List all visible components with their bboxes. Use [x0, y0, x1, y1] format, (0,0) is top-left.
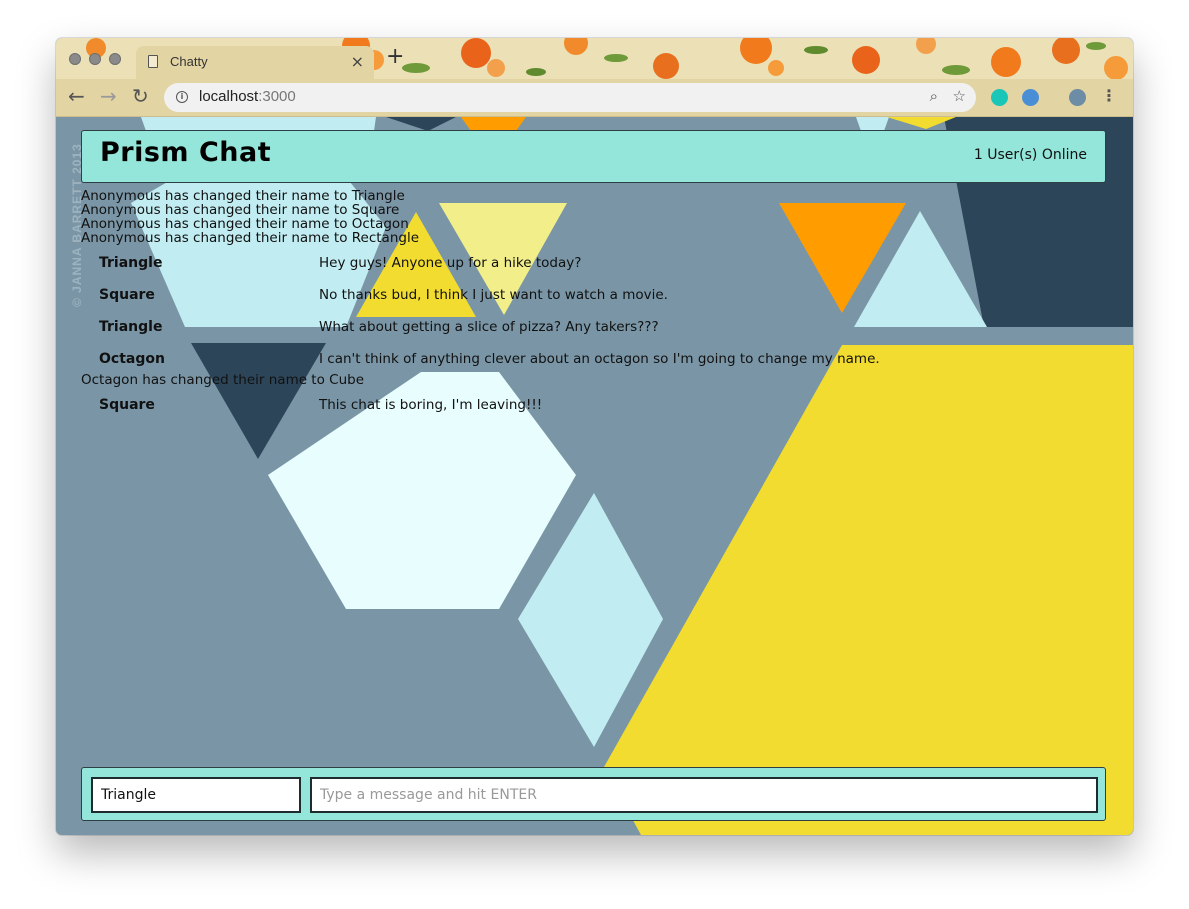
- chat-composer-bar: [81, 767, 1106, 821]
- browser-window: Chatty × + ← → ↻ i localhost:3000 ⌕ ☆ ⋮: [56, 38, 1133, 835]
- chat-message: Square This chat is boring, I'm leaving!…: [81, 394, 1106, 426]
- document-icon: [148, 55, 158, 68]
- extension-globe-icon[interactable]: [1022, 89, 1039, 106]
- message-content: This chat is boring, I'm leaving!!!: [319, 397, 543, 413]
- message-username: Triangle: [99, 255, 163, 271]
- new-tab-button[interactable]: +: [386, 46, 404, 68]
- extension-m-icon[interactable]: [991, 89, 1008, 106]
- bookmark-star-icon[interactable]: ☆: [953, 87, 966, 105]
- close-tab-icon[interactable]: ×: [351, 52, 364, 71]
- message-content: I can't think of anything clever about a…: [319, 351, 880, 367]
- tab-title: Chatty: [170, 54, 208, 69]
- system-notification: Anonymous has changed their name to Rect…: [81, 230, 420, 246]
- system-notification: Anonymous has changed their name to Tria…: [81, 188, 405, 204]
- chat-page: © JANNA BARRETT 2013 Prism Chat 1 User(s…: [56, 117, 1133, 835]
- message-list: Anonymous has changed their name to Tria…: [81, 189, 1106, 426]
- browser-menu-icon[interactable]: ⋮: [1101, 86, 1117, 105]
- zoom-icon[interactable]: ⌕: [930, 87, 938, 105]
- info-icon[interactable]: i: [176, 91, 188, 103]
- chat-message: Octagon I can't think of anything clever…: [81, 348, 1106, 373]
- chat-message: Square No thanks bud, I think I just wan…: [81, 284, 1106, 316]
- browser-titlebar: Chatty × +: [56, 38, 1133, 79]
- forward-arrow-icon[interactable]: →: [100, 85, 117, 107]
- message-content: Hey guys! Anyone up for a hike today?: [319, 255, 582, 271]
- browser-tab[interactable]: Chatty ×: [136, 46, 374, 79]
- maximize-window-button[interactable]: [109, 53, 121, 65]
- browser-toolbar: ← → ↻ i localhost:3000 ⌕ ☆ ⋮: [56, 79, 1133, 117]
- system-notification: Anonymous has changed their name to Squa…: [81, 202, 400, 218]
- chat-message: Triangle Hey guys! Anyone up for a hike …: [81, 252, 1106, 284]
- app-brand: Prism Chat: [100, 137, 272, 168]
- reload-icon[interactable]: ↻: [132, 85, 149, 107]
- message-input[interactable]: [310, 777, 1098, 813]
- url-text[interactable]: localhost:3000: [199, 88, 296, 105]
- minimize-window-button[interactable]: [89, 53, 101, 65]
- message-username: Octagon: [99, 351, 165, 367]
- username-input[interactable]: [91, 777, 301, 813]
- message-content: No thanks bud, I think I just want to wa…: [319, 287, 668, 303]
- profile-avatar-icon[interactable]: [1069, 89, 1086, 106]
- message-username: Square: [99, 397, 155, 413]
- message-content: What about getting a slice of pizza? Any…: [319, 319, 659, 335]
- app-navbar: Prism Chat 1 User(s) Online: [81, 130, 1106, 183]
- chat-message: Triangle What about getting a slice of p…: [81, 316, 1106, 348]
- system-notification: Octagon has changed their name to Cube: [81, 372, 365, 388]
- system-notification: Anonymous has changed their name to Octa…: [81, 216, 409, 232]
- message-username: Triangle: [99, 319, 163, 335]
- online-users-count: 1 User(s) Online: [973, 147, 1087, 163]
- message-username: Square: [99, 287, 155, 303]
- back-arrow-icon[interactable]: ←: [68, 85, 85, 107]
- close-window-button[interactable]: [69, 53, 81, 65]
- address-bar[interactable]: i localhost:3000 ⌕ ☆: [164, 83, 976, 112]
